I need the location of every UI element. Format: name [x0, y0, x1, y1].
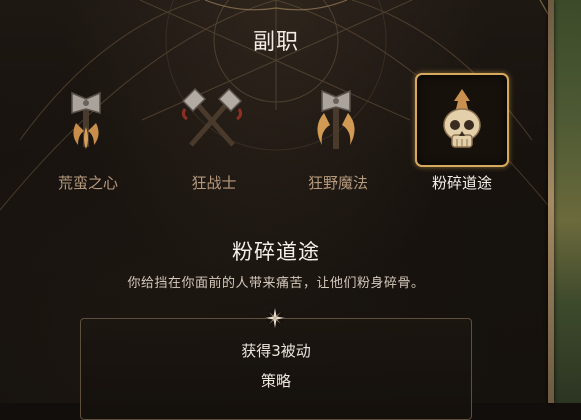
subclass-option-wildheart[interactable]: 荒蛮之心	[38, 72, 138, 198]
crossed-axes-icon	[168, 74, 256, 162]
tactic-label: 策略	[260, 372, 291, 390]
subclass-label: 狂野魔法	[307, 174, 368, 192]
sparkle-icon	[263, 306, 287, 330]
panel-title: 副职	[252, 30, 299, 55]
subclass-label: 狂战士	[191, 174, 237, 192]
subclass-label: 粉碎道途	[431, 174, 492, 192]
subclass-option-path-of-giants[interactable]: 粉碎道途	[412, 72, 512, 198]
feature-info-box	[80, 318, 472, 420]
subclass-label: 荒蛮之心	[57, 174, 118, 192]
subclass-option-wild-magic[interactable]: 狂野魔法	[288, 72, 388, 198]
axe-claw-icon	[42, 74, 130, 162]
subclass-option-berserker[interactable]: 狂战士	[164, 72, 264, 198]
selected-subclass-description: 你给挡在你面前的人带来痛苦，让他们粉身碎骨。	[127, 276, 425, 291]
background-scene-edge	[552, 0, 581, 403]
passive-gain-label: 获得3被动	[241, 342, 311, 360]
skull-icon	[415, 73, 509, 167]
selected-subclass-name: 粉碎道途	[232, 240, 320, 264]
axe-flame-icon	[292, 74, 380, 162]
